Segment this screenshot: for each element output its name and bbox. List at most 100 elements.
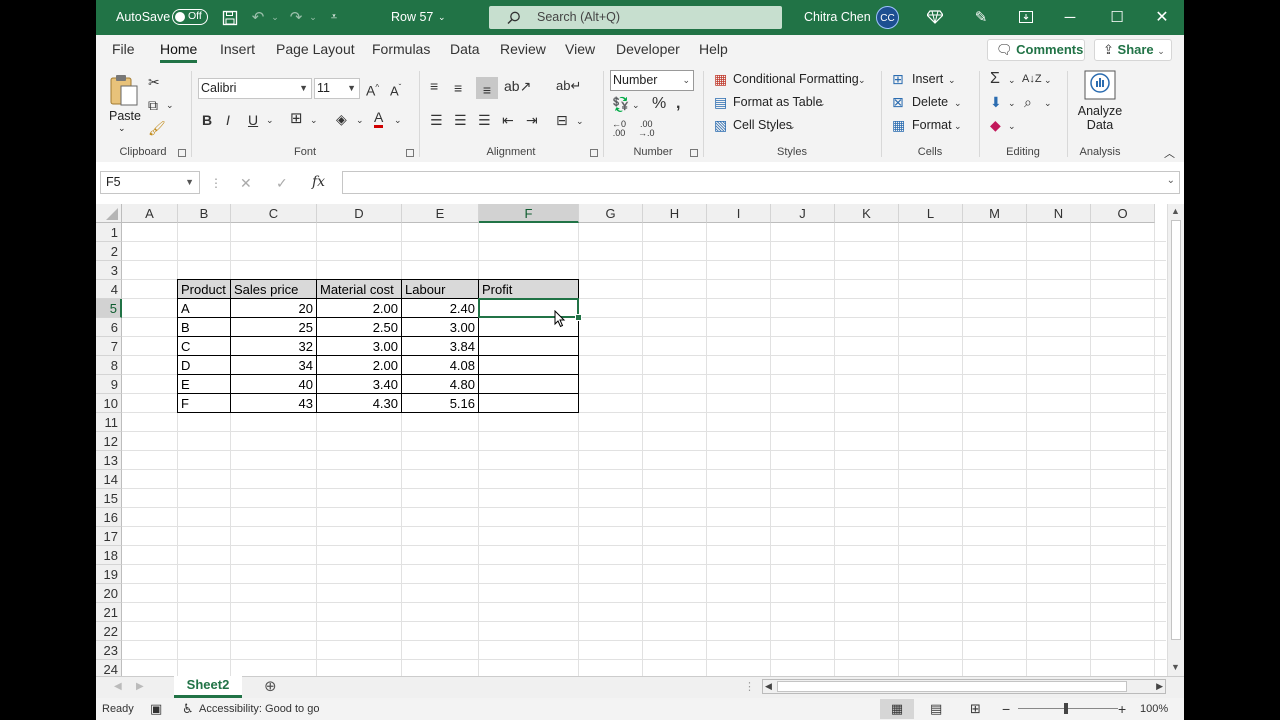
horizontal-scrollbar[interactable]: ◀ ▶ <box>762 679 1166 694</box>
title-chevron-icon[interactable]: ⌄ <box>438 0 446 35</box>
align-center-icon[interactable]: ☰ <box>454 111 467 129</box>
document-title[interactable]: Row 57 <box>391 0 433 35</box>
cell-product[interactable]: E <box>177 374 231 394</box>
row-header-22[interactable]: 22 <box>96 622 122 641</box>
fill-color-icon[interactable]: ◈ <box>336 110 347 128</box>
cell-profit[interactable] <box>478 393 579 413</box>
cell-material-cost[interactable]: 2.50 <box>316 317 402 337</box>
row-header-21[interactable]: 21 <box>96 603 122 622</box>
column-header-g[interactable]: G <box>579 204 643 223</box>
header-cell-sales-price[interactable]: Sales price <box>230 279 317 299</box>
sheet-tab-sheet2[interactable]: Sheet2 <box>174 676 242 698</box>
diamond-icon[interactable] <box>923 0 947 35</box>
chevron-down-icon[interactable]: ⌄ <box>954 117 962 135</box>
cell-styles-button[interactable]: Cell Styles <box>733 118 792 132</box>
header-cell-material-cost[interactable]: Material cost <box>316 279 402 299</box>
vertical-scrollbar[interactable]: ▲ ▼ <box>1167 204 1184 676</box>
top-align-icon[interactable]: ≡ <box>430 77 438 95</box>
cell-sales-price[interactable]: 20 <box>230 298 317 318</box>
cell-sales-price[interactable]: 25 <box>230 317 317 337</box>
scroll-down-icon[interactable]: ▼ <box>1171 662 1180 672</box>
h-scroll-thumb[interactable] <box>777 681 1127 692</box>
prev-sheet-icon[interactable]: ◀ <box>114 678 122 696</box>
percent-icon[interactable]: % <box>652 95 666 113</box>
find-select-icon[interactable]: ⌕ <box>1024 93 1032 111</box>
row-header-20[interactable]: 20 <box>96 584 122 603</box>
row-header-8[interactable]: 8 <box>96 356 122 375</box>
cell-material-cost[interactable]: 3.00 <box>316 336 402 356</box>
tab-formulas[interactable]: Formulas <box>372 41 430 57</box>
row-header-2[interactable]: 2 <box>96 242 122 261</box>
zoom-level[interactable]: 100% <box>1140 703 1168 715</box>
cell-product[interactable]: C <box>177 336 231 356</box>
chevron-down-icon[interactable]: ⌄ <box>1008 117 1016 135</box>
page-break-view-icon[interactable]: ⊞ <box>970 700 981 718</box>
customize-qat-icon[interactable]: ⩡ <box>322 0 346 35</box>
normal-view-button[interactable]: ▦ <box>880 699 914 719</box>
underline-chevron-icon[interactable]: ⌄ <box>266 111 274 129</box>
row-header-4[interactable]: 4 <box>96 280 122 299</box>
column-header-a[interactable]: A <box>122 204 178 223</box>
row-header-16[interactable]: 16 <box>96 508 122 527</box>
row-header-24[interactable]: 24 <box>96 660 122 676</box>
accounting-chevron-icon[interactable]: ⌄ <box>632 96 640 114</box>
cell-product[interactable]: A <box>177 298 231 318</box>
row-header-5[interactable]: 5 <box>96 299 122 318</box>
chevron-down-icon[interactable]: ⌄ <box>1008 71 1016 89</box>
row-header-9[interactable]: 9 <box>96 375 122 394</box>
tab-view[interactable]: View <box>565 41 595 57</box>
italic-icon[interactable]: I <box>226 111 230 129</box>
scroll-thumb[interactable] <box>1171 220 1181 640</box>
chevron-down-icon[interactable]: ⌄ <box>1044 94 1052 112</box>
tab-insert[interactable]: Insert <box>220 41 255 57</box>
autosum-icon[interactable]: Σ <box>990 70 1000 88</box>
cell-sales-price[interactable]: 43 <box>230 393 317 413</box>
cell-labour[interactable]: 3.84 <box>401 336 479 356</box>
number-launcher-icon[interactable] <box>690 149 698 157</box>
share-button[interactable]: ⇪ Share ⌄ <box>1094 39 1172 61</box>
user-name[interactable]: Chitra Chen <box>804 0 871 35</box>
accessibility-icon[interactable]: ♿ <box>182 700 194 718</box>
row-header-12[interactable]: 12 <box>96 432 122 451</box>
format-painter-icon[interactable]: 🖌 <box>148 119 166 137</box>
row-header-7[interactable]: 7 <box>96 337 122 356</box>
macro-record-icon[interactable]: ▣ <box>150 700 162 718</box>
accounting-icon[interactable]: 💱 <box>612 95 629 113</box>
cell-material-cost[interactable]: 3.40 <box>316 374 402 394</box>
zoom-out-icon[interactable]: − <box>1002 700 1010 718</box>
merge-chevron-icon[interactable]: ⌄ <box>576 112 584 130</box>
expand-formula-icon[interactable]: ⌄ <box>1167 175 1175 186</box>
increase-decimal-icon[interactable]: ←0.00 <box>612 120 626 138</box>
fill-down-icon[interactable]: ⬇ <box>990 93 1002 111</box>
row-header-10[interactable]: 10 <box>96 394 122 413</box>
column-header-j[interactable]: J <box>771 204 835 223</box>
column-header-b[interactable]: B <box>178 204 231 223</box>
middle-align-icon[interactable]: ≡ <box>454 79 462 97</box>
accessibility-status[interactable]: Accessibility: Good to go <box>199 703 319 715</box>
scroll-up-icon[interactable]: ▲ <box>1171 206 1180 216</box>
split-handle-icon[interactable]: ⋮ <box>744 678 755 696</box>
cell-labour[interactable]: 5.16 <box>401 393 479 413</box>
font-color-chevron-icon[interactable]: ⌄ <box>394 111 402 129</box>
tab-data[interactable]: Data <box>450 41 480 57</box>
select-all-corner[interactable] <box>96 204 122 223</box>
column-header-f[interactable]: F <box>479 204 579 223</box>
tab-developer[interactable]: Developer <box>616 41 680 57</box>
increase-indent-icon[interactable]: ⇥ <box>526 111 538 129</box>
bold-icon[interactable]: B <box>202 111 212 129</box>
merge-center-icon[interactable]: ⊟ <box>556 111 568 129</box>
number-format-dropdown[interactable]: Number ⌄ <box>610 70 694 91</box>
row-header-23[interactable]: 23 <box>96 641 122 660</box>
zoom-thumb[interactable] <box>1064 703 1068 714</box>
scroll-left-icon[interactable]: ◀ <box>765 681 772 692</box>
cell-sales-price[interactable]: 32 <box>230 336 317 356</box>
search-box[interactable]: Search (Alt+Q) <box>489 6 782 29</box>
paste-button[interactable]: Paste ⌄ <box>106 71 142 137</box>
page-layout-view-icon[interactable]: ▤ <box>930 700 942 718</box>
chevron-down-icon[interactable]: ⌄ <box>948 71 956 89</box>
format-as-table-button[interactable]: Format as Table <box>733 95 822 109</box>
tab-help[interactable]: Help <box>699 41 728 57</box>
borders-icon[interactable]: ⊞ <box>290 110 303 128</box>
cell-labour[interactable]: 3.00 <box>401 317 479 337</box>
cell-profit[interactable] <box>478 336 579 356</box>
